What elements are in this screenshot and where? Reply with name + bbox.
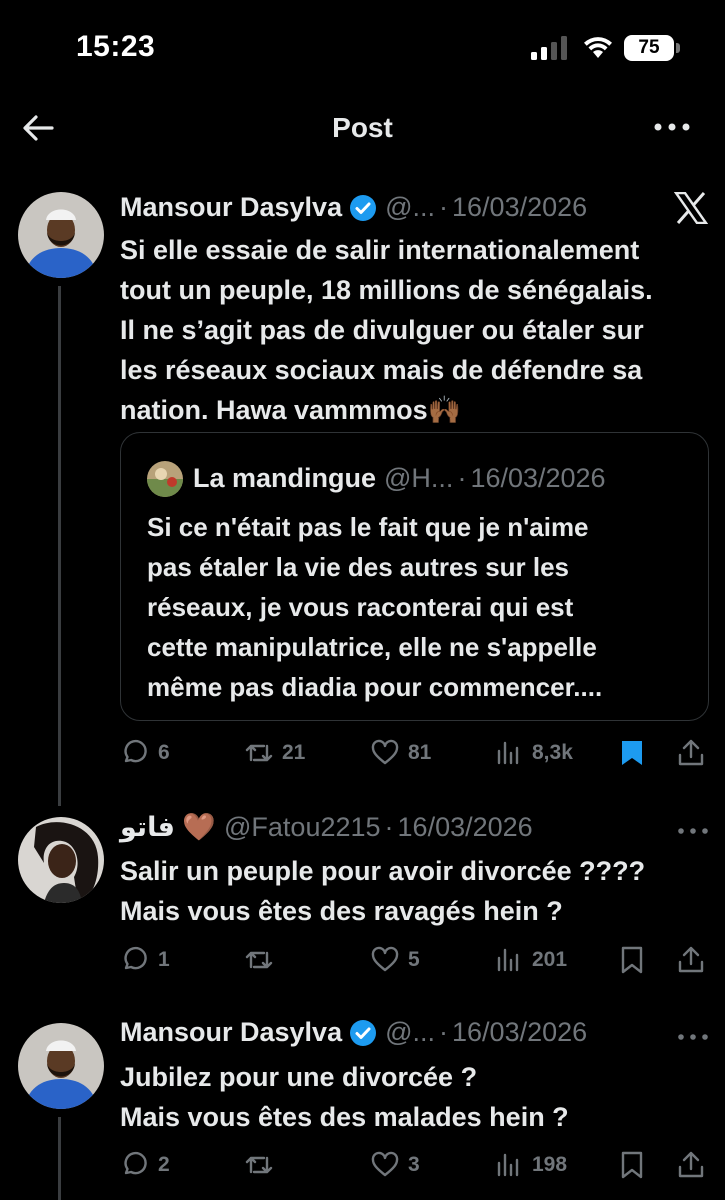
like-button[interactable]: 3 bbox=[370, 1145, 420, 1185]
quote-author-name: La mandingue bbox=[193, 463, 377, 493]
like-count: 5 bbox=[408, 948, 420, 971]
reply-icon bbox=[124, 739, 147, 763]
battery-indicator: 75 bbox=[624, 35, 680, 61]
like-count: 81 bbox=[408, 741, 432, 764]
status-time: 15:23 bbox=[76, 30, 156, 63]
post-date[interactable]: 16/03/2026 bbox=[452, 192, 587, 223]
like-icon bbox=[371, 1151, 399, 1177]
reply-count: 2 bbox=[158, 1153, 170, 1176]
bookmark-icon bbox=[621, 1151, 643, 1179]
more-icon[interactable] bbox=[676, 826, 710, 836]
page-title: Post bbox=[332, 112, 393, 143]
post-actions: 6 21 81 8,3k bbox=[0, 733, 725, 773]
views-icon bbox=[497, 948, 519, 972]
like-count: 3 bbox=[408, 1153, 420, 1176]
reply-count: 1 bbox=[158, 948, 170, 971]
views-button[interactable]: 8,3k bbox=[494, 733, 573, 773]
quote-date: 16/03/2026 bbox=[470, 463, 606, 493]
quoted-post[interactable]: La mandingue @H... · 16/03/2026 Si ce n'… bbox=[120, 432, 709, 721]
quote-author-handle: @H... bbox=[384, 463, 454, 493]
quote-avatar bbox=[147, 461, 183, 497]
views-count: 198 bbox=[532, 1153, 568, 1176]
reply-actions: 1 5 201 bbox=[0, 940, 725, 980]
avatar-image bbox=[18, 192, 104, 278]
reply-button[interactable]: 6 bbox=[120, 733, 170, 773]
views-button[interactable]: 198 bbox=[494, 1145, 567, 1185]
repost-button[interactable]: 21 bbox=[244, 733, 305, 773]
like-button[interactable]: 5 bbox=[370, 940, 420, 980]
more-icon[interactable] bbox=[676, 1032, 710, 1042]
bookmark-button[interactable] bbox=[617, 733, 647, 773]
bookmark-icon bbox=[622, 741, 642, 765]
verified-icon bbox=[350, 1019, 377, 1046]
reply-header: Mansour Dasylva @... · 16/03/2026 bbox=[120, 1017, 588, 1048]
views-icon bbox=[497, 1153, 519, 1177]
views-icon bbox=[497, 741, 519, 765]
share-button[interactable] bbox=[676, 940, 706, 980]
reply-count: 6 bbox=[158, 741, 170, 764]
bookmark-icon bbox=[621, 946, 643, 974]
avatar-image bbox=[18, 1023, 104, 1109]
reply-button[interactable]: 1 bbox=[120, 940, 170, 980]
repost-icon bbox=[245, 744, 273, 762]
avatar-image bbox=[18, 817, 104, 903]
more-icon[interactable] bbox=[650, 112, 694, 142]
author-name[interactable]: فاتو 🤎 bbox=[120, 811, 216, 843]
author-name[interactable]: Mansour Dasylva bbox=[120, 192, 342, 223]
bookmark-button[interactable] bbox=[617, 940, 647, 980]
author-handle[interactable]: @... bbox=[385, 1017, 435, 1048]
share-button[interactable] bbox=[676, 733, 706, 773]
x-logo-icon bbox=[674, 192, 708, 224]
like-icon bbox=[371, 739, 399, 765]
avatar[interactable] bbox=[18, 192, 104, 278]
post-date[interactable]: 16/03/2026 bbox=[398, 812, 533, 843]
author-name[interactable]: Mansour Dasylva bbox=[120, 1017, 342, 1048]
nav-bar: Post bbox=[0, 96, 725, 162]
like-button[interactable]: 81 bbox=[370, 733, 431, 773]
post-date[interactable]: 16/03/2026 bbox=[452, 1017, 587, 1048]
share-icon bbox=[678, 1151, 704, 1178]
views-count: 201 bbox=[532, 948, 568, 971]
share-icon bbox=[678, 739, 704, 766]
reply-icon bbox=[124, 1151, 147, 1175]
reply-text: Jubilez pour une divorcée ? Mais vous êt… bbox=[120, 1062, 569, 1132]
author-handle[interactable]: @... bbox=[385, 192, 435, 223]
cellular-signal-icon bbox=[531, 36, 567, 60]
post-header: Mansour Dasylva @... · 16/03/2026 bbox=[120, 192, 588, 223]
verified-icon bbox=[350, 194, 377, 221]
reply-icon bbox=[124, 946, 147, 970]
bookmark-button[interactable] bbox=[617, 1145, 647, 1185]
quote-text: Si ce n'était pas le fait que je n'aime … bbox=[147, 512, 603, 702]
battery-level: 75 bbox=[638, 37, 660, 58]
avatar[interactable] bbox=[18, 817, 104, 903]
reply-header: فاتو 🤎 @Fatou2215 · 16/03/2026 bbox=[120, 811, 533, 843]
reply-button[interactable]: 2 bbox=[120, 1145, 170, 1185]
status-bar: 15:23 75 bbox=[0, 0, 725, 96]
share-button[interactable] bbox=[676, 1145, 706, 1185]
repost-icon bbox=[245, 1156, 273, 1174]
reply-text: Salir un peuple pour avoir divorcée ????… bbox=[120, 856, 646, 926]
repost-icon bbox=[245, 951, 273, 969]
repost-button[interactable] bbox=[244, 940, 274, 980]
views-button[interactable]: 201 bbox=[494, 940, 567, 980]
reply-actions: 2 3 198 bbox=[0, 1145, 725, 1185]
like-icon bbox=[371, 946, 399, 972]
thread-line bbox=[58, 286, 61, 806]
avatar[interactable] bbox=[18, 1023, 104, 1109]
author-handle[interactable]: @Fatou2215 bbox=[224, 812, 381, 843]
wifi-icon bbox=[584, 37, 612, 58]
views-count: 8,3k bbox=[532, 741, 573, 764]
post-text: Si elle essaie de salir internationaleme… bbox=[120, 235, 653, 425]
quote-header: La mandingue @H... · 16/03/2026 bbox=[193, 463, 606, 493]
repost-count: 21 bbox=[282, 741, 306, 764]
share-icon bbox=[678, 946, 704, 973]
repost-button[interactable] bbox=[244, 1145, 274, 1185]
